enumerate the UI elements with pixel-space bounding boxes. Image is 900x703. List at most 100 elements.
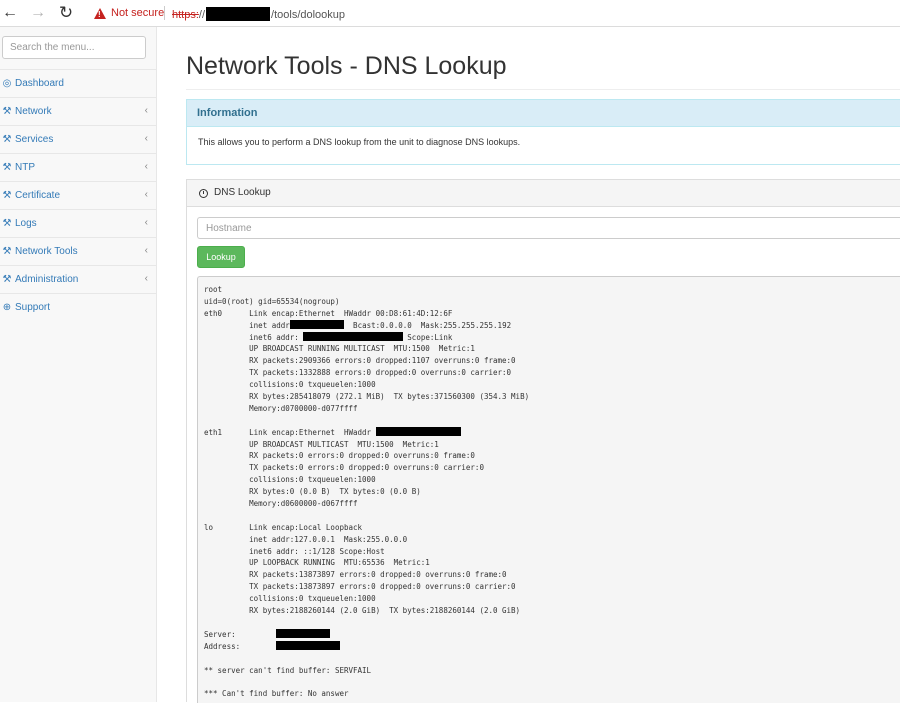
output-line: inet6 addr: ::1/128 Scope:Host <box>204 546 385 556</box>
chevron-left-icon: ‹ <box>144 105 148 116</box>
output-line: Address: <box>204 640 895 653</box>
output-line: root <box>204 285 223 294</box>
dns-panel-heading: DNS Lookup <box>187 180 900 207</box>
redacted-host <box>206 7 271 21</box>
output-line: UP LOOPBACK RUNNING MTU:65536 Metric:1 <box>204 558 430 568</box>
main-content: Network Tools - DNS Lookup Information T… <box>157 27 900 703</box>
chevron-left-icon: ‹ <box>144 161 148 172</box>
redacted-value <box>303 331 403 341</box>
wrench-icon: ⚒ <box>2 274 12 285</box>
output-line: collisions:0 txqueuelen:1000 <box>204 475 376 485</box>
info-panel: Information This allows you to perform a… <box>186 99 900 165</box>
sidebar-item-label: NTP <box>15 162 35 173</box>
sidebar-item-label: Logs <box>15 218 37 229</box>
url-scheme: https: <box>172 9 199 21</box>
output-line: Server: <box>204 628 895 641</box>
output-line: uid=0(root) gid=65534(nogroup) <box>204 296 340 306</box>
chevron-left-icon: ‹ <box>144 189 148 200</box>
sidebar: ◎Dashboard⚒Network‹⚒Services‹⚒NTP‹⚒Certi… <box>0 27 157 702</box>
output-line: eth0 Link encap:Ethernet HWaddr 00:D8:61… <box>204 308 453 318</box>
output-line: TX packets:13873897 errors:0 dropped:0 o… <box>204 582 516 592</box>
wrench-icon: ⚒ <box>2 134 12 145</box>
output-line: collisions:0 txqueuelen:1000 <box>204 594 376 604</box>
life-ring-icon: ⊕ <box>2 302 12 313</box>
sidebar-item-ntp[interactable]: ⚒ NTP ‹ <box>0 153 156 181</box>
sidebar-item-support[interactable]: ⊕ Support <box>0 293 156 321</box>
sidebar-item-administration[interactable]: ⚒ Administration ‹ <box>0 265 156 293</box>
security-indicator[interactable]: ! Not secure <box>94 5 164 21</box>
output-line: inet6 addr: Scope:Link <box>204 331 453 342</box>
sidebar-item-label: Services <box>15 134 54 145</box>
clock-icon <box>199 188 208 198</box>
address-bar[interactable]: https:// /tools/dolookup <box>172 7 345 21</box>
wrench-icon: ⚒ <box>2 190 12 201</box>
output-line: RX packets:0 errors:0 dropped:0 overruns… <box>204 451 475 461</box>
sidebar-item-certificate[interactable]: ⚒ Certificate ‹ <box>0 181 156 209</box>
output-line: inet addr:127.0.0.1 Mask:255.0.0.0 <box>204 534 408 544</box>
redacted-value <box>276 640 340 650</box>
chevron-left-icon: ‹ <box>144 273 148 284</box>
wrench-icon: ⚒ <box>2 162 12 173</box>
sidebar-item-services[interactable]: ⚒ Services ‹ <box>0 125 156 153</box>
redacted-value <box>375 426 462 436</box>
dns-lookup-panel: DNS Lookup Lookup root uid=0(root) gid=65… <box>186 179 900 703</box>
output-line: eth1 Link encap:Ethernet HWaddr <box>204 426 895 439</box>
output-line: ** server can't find buffer: SERVFAIL <box>204 665 372 675</box>
sidebar-item-network[interactable]: ⚒ Network ‹ <box>0 97 156 125</box>
page-title: Network Tools - DNS Lookup <box>186 52 507 80</box>
sidebar-item-label: Network <box>15 106 52 117</box>
output-line: inet addr Bcast:0.0.0.0 Mask:255.255.255… <box>204 319 512 330</box>
arrow-left-icon[interactable]: ← <box>0 3 20 23</box>
search-menu-input[interactable] <box>2 36 146 59</box>
output-line: RX bytes:285418079 (272.1 MiB) TX bytes:… <box>204 392 530 402</box>
output-line: RX packets:13873897 errors:0 dropped:0 o… <box>204 570 507 580</box>
sidebar-item-dashboard[interactable]: ◎ Dashboard <box>0 69 156 97</box>
tachometer-icon: ◎ <box>2 78 12 89</box>
dns-panel-title: DNS Lookup <box>214 187 271 198</box>
chevron-left-icon: ‹ <box>144 133 148 144</box>
lookup-output: root uid=0(root) gid=65534(nogroup) eth0 L… <box>197 276 900 703</box>
output-line: RX bytes:0 (0.0 B) TX bytes:0 (0.0 B) <box>204 487 421 497</box>
output-line: TX packets:0 errors:0 dropped:0 overruns… <box>204 463 484 473</box>
security-label: Not secure <box>111 7 165 19</box>
chevron-left-icon: ‹ <box>144 245 148 256</box>
info-panel-heading: Information <box>187 100 900 127</box>
output-line: RX packets:2909366 errors:0 dropped:1107… <box>204 356 516 366</box>
arrow-right-icon[interactable]: → <box>28 3 48 23</box>
output-line: UP BROADCAST MULTICAST MTU:1500 Metric:1 <box>204 439 439 449</box>
redacted-value <box>276 628 331 638</box>
sidebar-menu: ◎ Dashboard ⚒ Network ‹ ⚒ Services ‹ ⚒ NTP ‹ ⚒ Certi… <box>0 69 156 321</box>
wrench-icon: ⚒ <box>2 106 12 117</box>
warning-icon: ! <box>94 7 106 19</box>
hostname-input[interactable] <box>197 217 900 239</box>
chevron-left-icon: ‹ <box>144 217 148 228</box>
redacted-value <box>289 319 345 329</box>
output-line: Memory:d0700000-d077ffff <box>204 403 358 413</box>
output-line: lo Link encap:Local Loopback <box>204 522 363 532</box>
output-line: TX packets:1332888 errors:0 dropped:0 ov… <box>204 368 512 378</box>
title-divider <box>186 89 900 90</box>
output-line: Memory:d0600000-d067ffff <box>204 499 358 509</box>
lookup-button[interactable]: Lookup <box>197 246 245 268</box>
info-panel-body: This allows you to perform a DNS lookup … <box>198 137 521 147</box>
wrench-icon: ⚒ <box>2 218 12 229</box>
output-line: collisions:0 txqueuelen:1000 <box>204 380 376 390</box>
browser-toolbar: ← → ↻ ! Not secure https:// /tools/dolook… <box>0 0 900 27</box>
sidebar-item-label: Network Tools <box>15 246 78 257</box>
sidebar-item-network-tools[interactable]: ⚒ Network Tools ‹ <box>0 237 156 265</box>
wrench-icon: ⚒ <box>2 246 12 257</box>
sidebar-item-label: Dashboard <box>15 78 64 89</box>
output-line: *** Can't find buffer: No answer <box>204 689 349 699</box>
sidebar-item-label: Support <box>15 302 51 313</box>
output-line: RX bytes:2188260144 (2.0 GiB) TX bytes:2… <box>204 606 521 616</box>
sidebar-item-logs[interactable]: ⚒ Logs ‹ <box>0 209 156 237</box>
reload-icon[interactable]: ↻ <box>56 3 76 23</box>
url-slashes: // <box>198 9 206 21</box>
output-line: UP BROADCAST RUNNING MULTICAST MTU:1500 … <box>204 344 475 354</box>
sidebar-item-label: Certificate <box>15 190 61 201</box>
